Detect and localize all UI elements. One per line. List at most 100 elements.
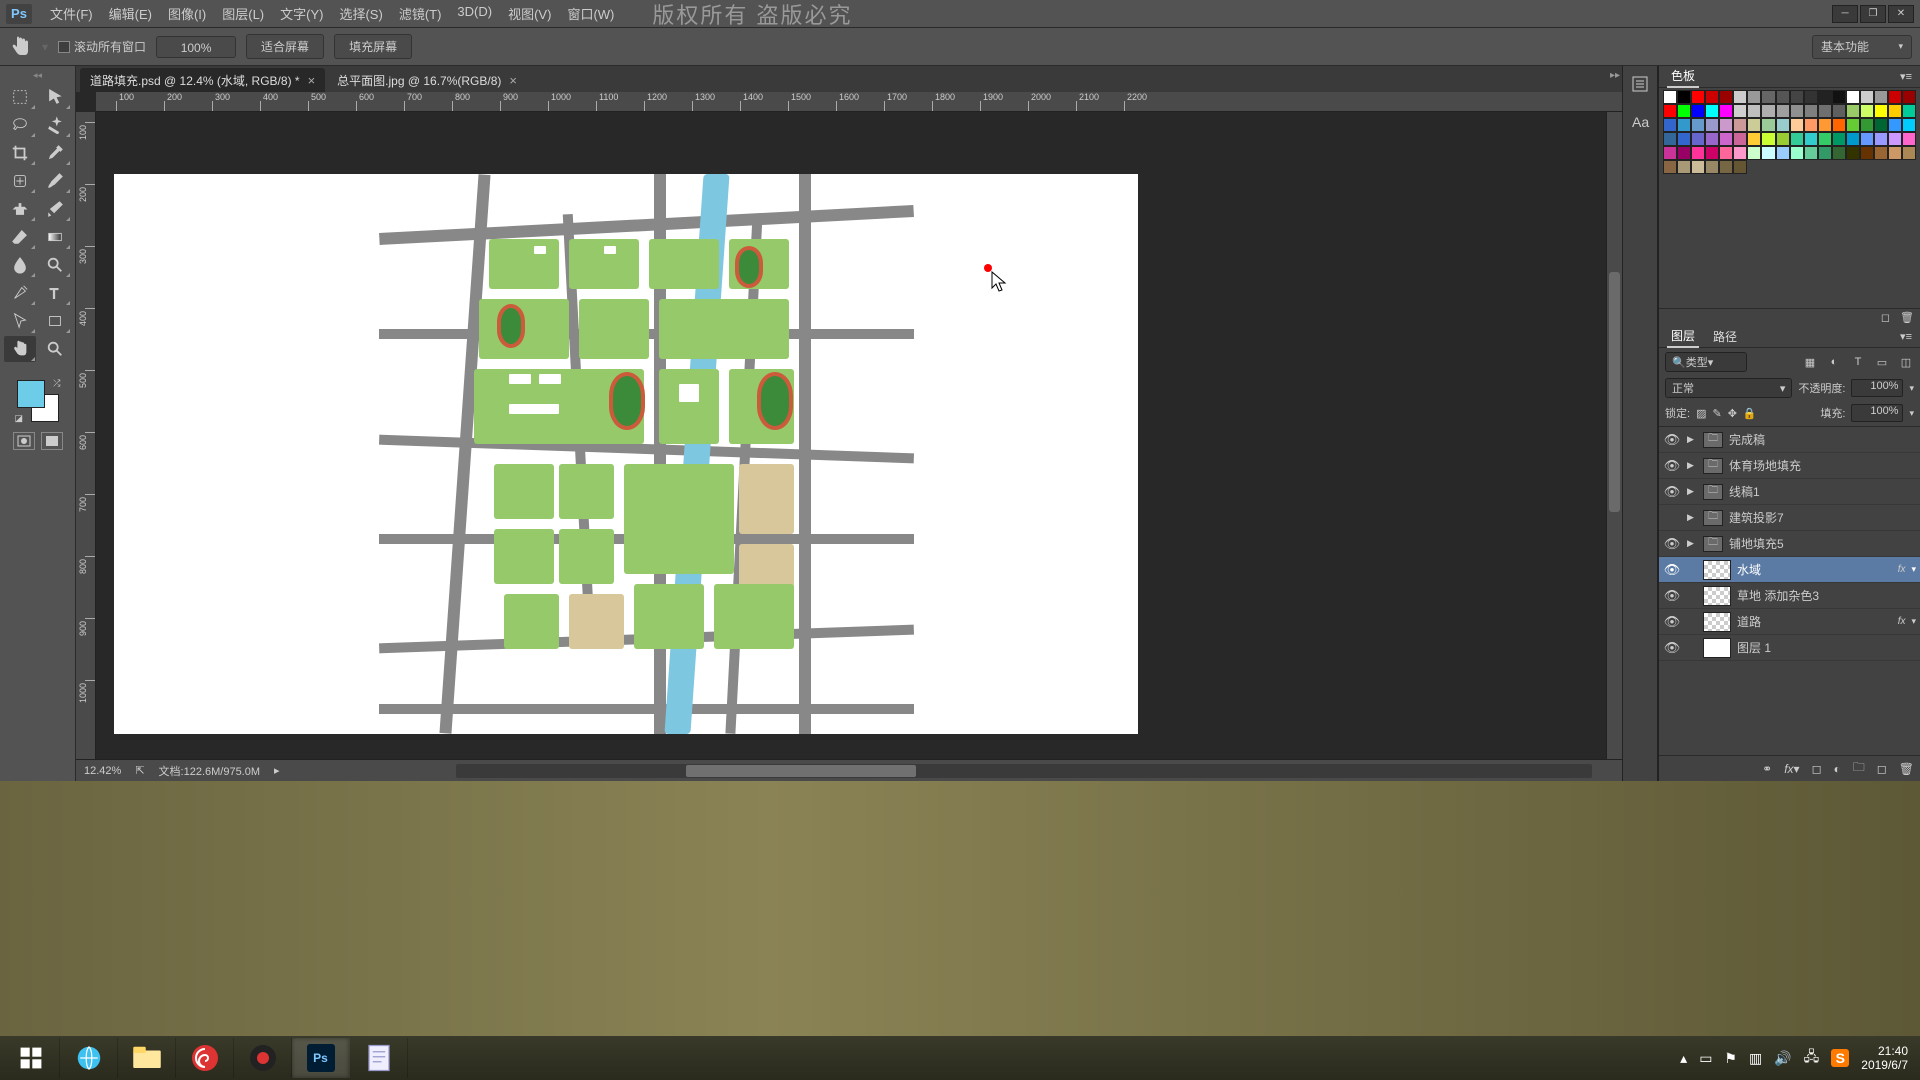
lasso-tool[interactable] — [4, 112, 36, 138]
swatch[interactable] — [1790, 118, 1804, 132]
screenmode-button[interactable] — [41, 432, 63, 450]
swatch[interactable] — [1733, 146, 1747, 160]
doc-size[interactable]: 文档:122.6M/975.0M — [159, 763, 261, 779]
foreground-color[interactable] — [17, 380, 45, 408]
layer-name[interactable]: 体育场地填充 — [1729, 457, 1916, 474]
layer-name[interactable]: 水域 — [1737, 561, 1892, 578]
swatch[interactable] — [1677, 132, 1691, 146]
swatch[interactable] — [1677, 160, 1691, 174]
swatch[interactable] — [1776, 146, 1790, 160]
swatch[interactable] — [1705, 132, 1719, 146]
default-colors-icon[interactable]: ◪ — [15, 413, 24, 424]
twisty-icon[interactable]: ▶ — [1687, 512, 1697, 523]
netease-icon[interactable] — [176, 1038, 234, 1078]
menu-滤镜(T)[interactable]: 滤镜(T) — [391, 0, 450, 27]
taskbar-clock[interactable]: 21:40 2019/6/7 — [1861, 1044, 1908, 1073]
swatches-tab[interactable]: 色板 — [1667, 65, 1699, 88]
new-group-icon[interactable]: 🗀 — [1853, 758, 1865, 779]
blend-mode-select[interactable]: 正常▾ — [1665, 378, 1792, 398]
swatch[interactable] — [1705, 118, 1719, 132]
vertical-ruler[interactable]: 1002003004005006007008009001000 — [76, 112, 96, 759]
swatch[interactable] — [1691, 132, 1705, 146]
twisty-icon[interactable]: ▶ — [1687, 434, 1697, 445]
swatch[interactable] — [1846, 90, 1860, 104]
menu-图层(L)[interactable]: 图层(L) — [214, 0, 272, 27]
twisty-icon[interactable]: ▶ — [1687, 460, 1697, 471]
swatch[interactable] — [1705, 104, 1719, 118]
horizontal-scrollbar[interactable] — [456, 764, 1592, 778]
swatch[interactable] — [1705, 146, 1719, 160]
layers-menu-icon[interactable]: ▾≡ — [1900, 330, 1912, 343]
fx-expand-icon[interactable]: ▾ — [1911, 564, 1916, 575]
layers-tab[interactable]: 图层 — [1667, 325, 1699, 348]
layer-name[interactable]: 线稿1 — [1729, 483, 1916, 500]
swatch[interactable] — [1761, 118, 1775, 132]
layer-thumbnail[interactable] — [1703, 638, 1731, 658]
lock-all-icon[interactable]: 🔒 — [1743, 407, 1757, 420]
swatch[interactable] — [1663, 90, 1677, 104]
eyedropper-tool[interactable] — [39, 140, 71, 166]
swatch[interactable] — [1747, 132, 1761, 146]
new-layer-icon[interactable]: ◻ — [1877, 762, 1887, 776]
swatch[interactable] — [1832, 90, 1846, 104]
layer-row[interactable]: 👁道路fx▾ — [1659, 609, 1920, 635]
tray-action-icon[interactable]: ▭ — [1699, 1050, 1712, 1067]
fill-screen-button[interactable]: 填充屏幕 — [334, 34, 412, 59]
swatch[interactable] — [1832, 132, 1846, 146]
swatch[interactable] — [1790, 132, 1804, 146]
swatch[interactable] — [1790, 104, 1804, 118]
color-swatches[interactable]: ⤮ ◪ — [17, 380, 59, 422]
layer-row[interactable]: 👁草地 添加杂色3 — [1659, 583, 1920, 609]
layer-row[interactable]: 👁▶🗀体育场地填充 — [1659, 453, 1920, 479]
swatch[interactable] — [1818, 132, 1832, 146]
path-selection-tool[interactable] — [4, 308, 36, 334]
minimize-button[interactable]: ─ — [1832, 5, 1858, 23]
lock-move-icon[interactable]: ✥ — [1728, 407, 1737, 420]
visibility-toggle[interactable]: 👁 — [1663, 458, 1681, 474]
swatch[interactable] — [1776, 104, 1790, 118]
swatch[interactable] — [1719, 160, 1733, 174]
swatch[interactable] — [1691, 104, 1705, 118]
visibility-toggle[interactable]: 👁 — [1663, 588, 1681, 604]
type-tool[interactable]: T — [39, 280, 71, 306]
swatch[interactable] — [1818, 104, 1832, 118]
swatch[interactable] — [1733, 160, 1747, 174]
visibility-toggle[interactable]: 👁 — [1663, 562, 1681, 578]
link-layers-icon[interactable]: ⚭ — [1762, 762, 1772, 776]
filter-pixel-icon[interactable]: ▦ — [1802, 356, 1818, 369]
visibility-toggle[interactable]: 👁 — [1663, 536, 1681, 552]
fit-screen-button[interactable]: 适合屏幕 — [246, 34, 324, 59]
swatch[interactable] — [1719, 146, 1733, 160]
gradient-tool[interactable] — [39, 224, 71, 250]
history-brush-tool[interactable] — [39, 196, 71, 222]
swatch[interactable] — [1874, 90, 1888, 104]
tray-network-icon[interactable]: 🖧 — [1804, 1046, 1820, 1070]
marquee-tool[interactable] — [4, 84, 36, 110]
document-tab[interactable]: 道路填充.psd @ 12.4% (水域, RGB/8) *× — [80, 68, 325, 92]
layer-list[interactable]: 👁▶🗀完成稿👁▶🗀体育场地填充👁▶🗀线稿1▶🗀建筑投影7👁▶🗀铺地填充5👁水域f… — [1659, 427, 1920, 755]
swatch[interactable] — [1874, 132, 1888, 146]
explorer-icon[interactable] — [118, 1038, 176, 1078]
swatch[interactable] — [1776, 118, 1790, 132]
swatch[interactable] — [1874, 118, 1888, 132]
swatch[interactable] — [1691, 90, 1705, 104]
swatch[interactable] — [1663, 132, 1677, 146]
visibility-toggle[interactable]: 👁 — [1663, 640, 1681, 656]
lock-brush-icon[interactable]: ✎ — [1712, 407, 1721, 420]
layer-row[interactable]: ▶🗀建筑投影7 — [1659, 505, 1920, 531]
swatch[interactable] — [1804, 118, 1818, 132]
swatch[interactable] — [1663, 118, 1677, 132]
filter-smart-icon[interactable]: ◫ — [1898, 356, 1914, 369]
close-tab-icon[interactable]: × — [509, 73, 517, 88]
layer-thumbnail[interactable] — [1703, 586, 1731, 606]
swatch[interactable] — [1860, 118, 1874, 132]
swatch[interactable] — [1804, 104, 1818, 118]
swatch[interactable] — [1804, 90, 1818, 104]
eraser-tool[interactable] — [4, 224, 36, 250]
swatch[interactable] — [1719, 118, 1733, 132]
dodge-tool[interactable] — [39, 252, 71, 278]
swatch[interactable] — [1860, 90, 1874, 104]
visibility-toggle[interactable]: 👁 — [1663, 432, 1681, 448]
swatch[interactable] — [1790, 90, 1804, 104]
collapse-panels-icon[interactable]: ▸▸ — [1610, 70, 1620, 81]
